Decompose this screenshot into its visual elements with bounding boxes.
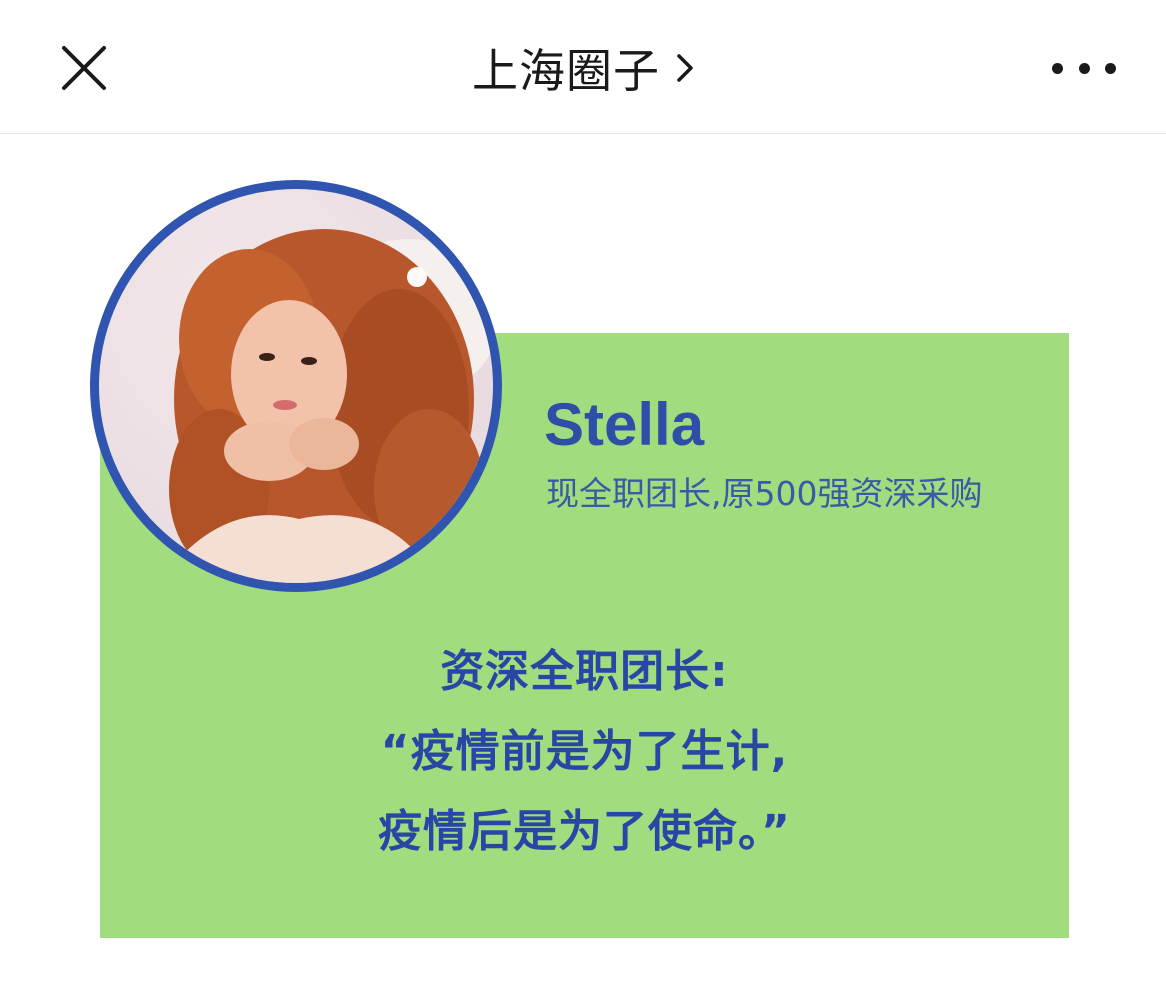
quote-line-2: 疫情后是为了使命。” [378,806,791,857]
person-subtitle: 现全职团长,原500强资深采购 [546,474,983,513]
more-dots-icon [1078,62,1090,74]
portrait-illustration [159,229,493,583]
quote-heading: 资深全职团长: [440,646,729,697]
more-options-button[interactable] [1052,54,1116,82]
avatar-photo [99,189,493,583]
quote-block: 资深全职团长: “疫情前是为了生计, 疫情后是为了使命。” [100,632,1069,872]
chevron-right-icon [677,54,693,82]
more-dots-icon [1052,62,1063,74]
quote-line-1: “疫情前是为了生计, [380,726,789,777]
top-navbar: 上海圈子 [0,0,1166,134]
person-name: Stella [544,391,705,458]
more-dots-icon [1105,62,1116,74]
avatar [90,180,502,592]
account-title-link[interactable]: 上海圈子 [0,36,1166,100]
page-title: 上海圈子 [472,44,660,98]
